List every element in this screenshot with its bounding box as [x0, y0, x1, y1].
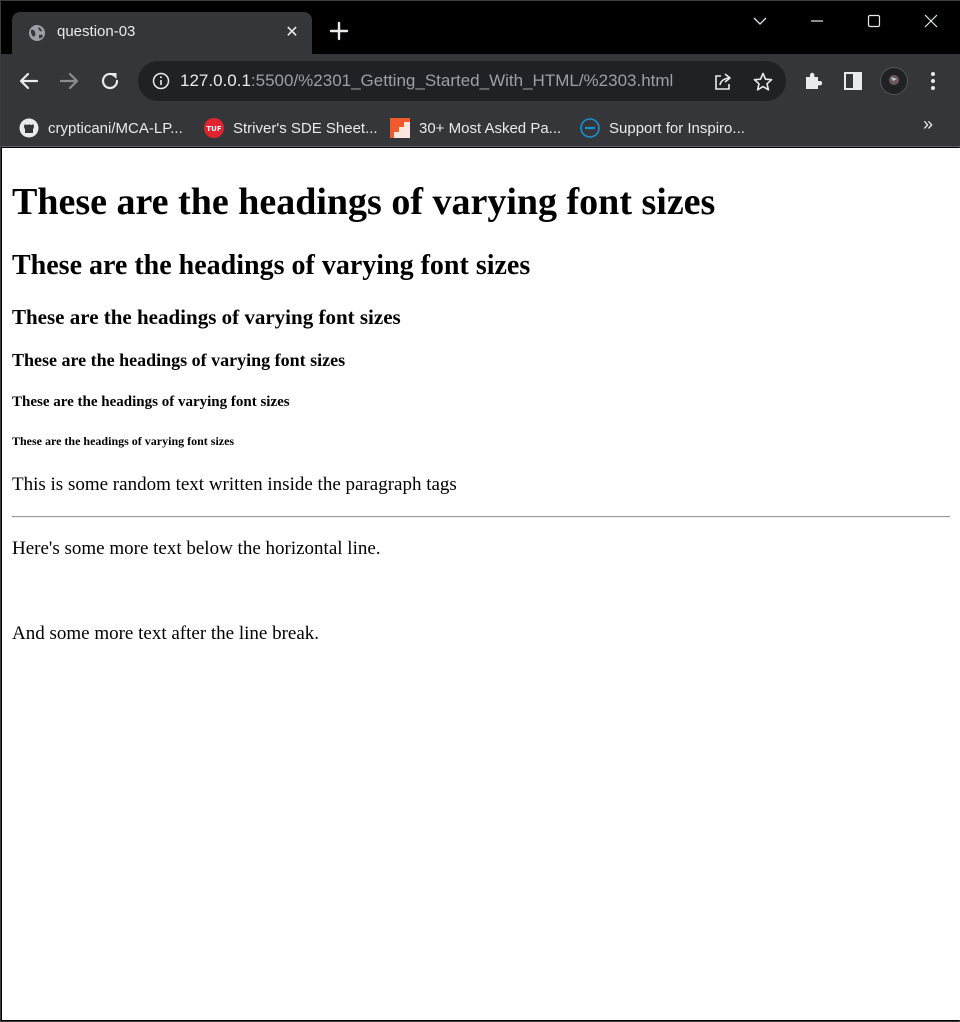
close-window-icon[interactable] — [908, 6, 954, 36]
globe-icon — [29, 25, 45, 41]
heading-2: These are the headings of varying font s… — [12, 249, 531, 281]
heading-4: These are the headings of varying font s… — [12, 350, 346, 371]
tab-strip: question-03 ✕ — [1, 1, 960, 54]
dell-icon — [580, 118, 600, 138]
url-path: :5500/%2301_Getting_Started_With_HTML/%2… — [250, 71, 674, 90]
heading-5: These are the headings of varying font s… — [12, 393, 290, 410]
text-after-hr: Here's some more text below the horizont… — [12, 537, 381, 559]
url-host: 127.0.0.1 — [180, 71, 251, 90]
puzzle-icon[interactable] — [801, 68, 827, 94]
heading-1: These are the headings of varying font s… — [12, 181, 716, 223]
kebab-menu-icon[interactable] — [920, 68, 946, 94]
avatar[interactable] — [880, 67, 908, 95]
star-icon[interactable] — [752, 71, 774, 93]
bookmarks-overflow-button[interactable]: » — [923, 114, 933, 135]
stairs-icon — [390, 118, 410, 138]
tuf-icon: TUF — [204, 118, 224, 138]
bookmark-label: crypticani/MCA-LP... — [48, 119, 183, 137]
horizontal-rule — [12, 515, 950, 518]
github-icon — [19, 118, 39, 138]
bookmark-label: Support for Inspiro... — [609, 119, 745, 137]
side-panel-icon[interactable] — [840, 68, 866, 94]
reload-icon[interactable] — [97, 68, 123, 94]
minimize-icon[interactable] — [794, 6, 840, 36]
active-tab[interactable]: question-03 ✕ — [12, 12, 312, 54]
forward-arrow-icon[interactable] — [56, 68, 82, 94]
bookmark-label: 30+ Most Asked Pa... — [419, 119, 562, 137]
toolbar: 127.0.0.1:5500/%2301_Getting_Started_Wit… — [1, 54, 960, 108]
tab-title: question-03 — [57, 23, 136, 40]
url-text[interactable]: 127.0.0.1:5500/%2301_Getting_Started_Wit… — [180, 71, 673, 91]
text-after-br: And some more text after the line break. — [12, 623, 320, 645]
bookmarks-bar: crypticani/MCA-LP... TUF Striver's SDE S… — [1, 108, 960, 147]
maximize-icon[interactable] — [851, 6, 897, 36]
profile-icon — [889, 75, 899, 85]
bookmark-item-striver[interactable]: TUF Striver's SDE Sheet... — [204, 115, 378, 141]
bookmark-item-github[interactable]: crypticani/MCA-LP... — [19, 115, 183, 141]
tab-search-icon[interactable] — [737, 6, 783, 36]
site-info-icon[interactable] — [152, 72, 170, 90]
tab-close-icon[interactable]: ✕ — [282, 23, 302, 43]
bookmark-item-dell-support[interactable]: Support for Inspiro... — [580, 115, 745, 141]
line-break-gap — [12, 559, 950, 623]
page-content: These are the headings of varying font s… — [2, 148, 960, 653]
heading-6: These are the headings of varying font s… — [12, 433, 235, 448]
svg-text:TUF: TUF — [206, 125, 221, 133]
heading-3: These are the headings of varying font s… — [12, 304, 401, 329]
page-viewport: These are the headings of varying font s… — [2, 148, 960, 1020]
address-bar[interactable]: 127.0.0.1:5500/%2301_Getting_Started_Wit… — [138, 61, 786, 101]
bookmark-item-30-most-asked[interactable]: 30+ Most Asked Pa... — [390, 115, 561, 141]
share-icon[interactable] — [712, 71, 734, 93]
bookmark-label: Striver's SDE Sheet... — [233, 119, 378, 137]
plus-icon[interactable] — [327, 19, 351, 43]
back-arrow-icon[interactable] — [16, 68, 42, 94]
paragraph-text: This is some random text written inside … — [12, 473, 457, 495]
browser-window: question-03 ✕ 127.0.0.1:5500/%2301_Getti… — [0, 0, 960, 1022]
